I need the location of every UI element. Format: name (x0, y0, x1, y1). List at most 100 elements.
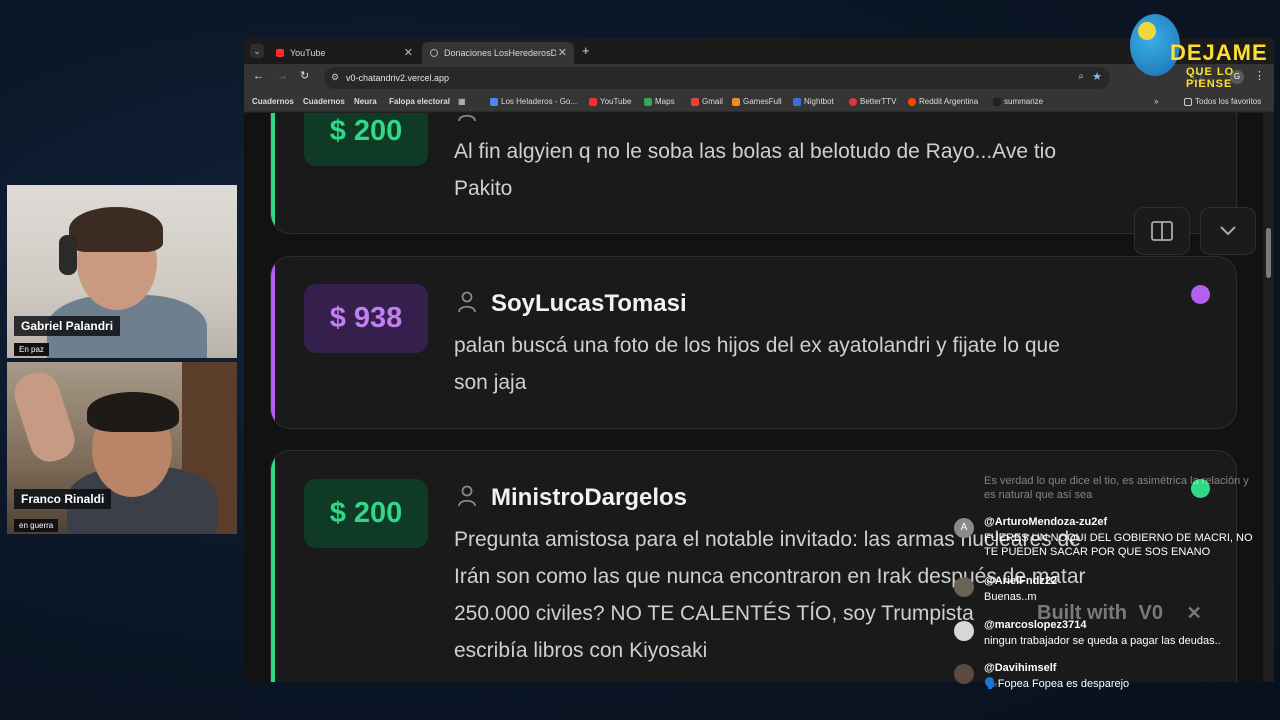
logo-text: DEJAME (1170, 40, 1268, 65)
chat-username: @ArielFndz22 (984, 575, 1058, 587)
tab-search-button[interactable]: ⌄ (250, 44, 264, 58)
address-bar[interactable]: ⚙ v0-chatandriv2.vercel.app ⌕ ★ (324, 67, 1110, 89)
bookmark-label: Cuadernos (303, 97, 345, 106)
close-icon[interactable]: ✕ (1187, 603, 1202, 623)
url-text: v0-chatandriv2.vercel.app (346, 73, 450, 83)
message-line: Al fin algyien q no le soba las bolas al… (454, 140, 1057, 163)
donation-card: $ 938 SoyLucasTomasi palan buscá una fot… (270, 256, 1237, 429)
bookmark-folder[interactable]: Todos los favoritos (1184, 97, 1261, 106)
bookmark-label: Gmail (702, 97, 723, 106)
reload-icon[interactable]: ↻ (300, 69, 309, 82)
forward-icon[interactable]: → (277, 70, 288, 82)
reddit-icon (908, 97, 916, 106)
user-icon (457, 485, 477, 512)
bookmark-label: GamesFull (743, 97, 782, 106)
avatar: A (954, 518, 974, 538)
avatar (954, 664, 974, 684)
chat-username: @ArturoMendoza-zu2ef (984, 516, 1108, 528)
bookmark-label: Maps (655, 97, 675, 106)
status-dot (1191, 285, 1210, 304)
tab-donaciones[interactable]: Donaciones LosHerederosDeAl ✕ (422, 42, 574, 64)
donation-card: $ 200 Al fin algyien q no le soba las bo… (270, 113, 1237, 234)
nightbot-icon (793, 97, 801, 106)
donation-amount: $ 200 (304, 479, 428, 548)
bookmark-item[interactable]: Falopa electoral (389, 97, 450, 106)
show-logo: DEJAME QUE LO PIENSE (1130, 14, 1270, 90)
close-icon[interactable]: ✕ (558, 46, 567, 59)
sidebar-layout-icon (1151, 221, 1173, 241)
folder-icon (1184, 97, 1192, 106)
donor-username: MinistroDargelos (491, 484, 688, 511)
hair (69, 207, 163, 252)
hand (9, 367, 80, 467)
globe-icon (430, 49, 438, 57)
back-icon[interactable]: ← (253, 70, 264, 82)
avatar (954, 621, 974, 641)
bookmark-label: Reddit Argentina (919, 97, 979, 106)
zoom-icon[interactable]: ⌕ (1078, 71, 1084, 82)
bookmark-label: Falopa electoral (389, 97, 450, 106)
bookmark-item[interactable]: Nightbot (793, 97, 834, 106)
bookmark-item[interactable]: YouTube (589, 97, 631, 106)
bookmark-label: YouTube (600, 97, 632, 106)
apps-grid-icon[interactable]: ▦ (458, 97, 466, 106)
chat-text: ningun trabajador se queda a pagar las d… (984, 635, 1221, 647)
bookmark-label: Nightbot (804, 97, 834, 106)
webcam-gabriel: Gabriel Palandri En paz (7, 185, 237, 358)
bookmark-label: Todos los favoritos (1195, 97, 1262, 106)
chevron-down-icon (1220, 226, 1236, 236)
bookmark-item[interactable]: Neura (354, 97, 377, 106)
bookmark-item[interactable]: BetterTTV (849, 97, 896, 106)
collapse-button[interactable] (1200, 207, 1256, 255)
tab-youtube[interactable]: YouTube ✕ (268, 42, 420, 64)
youtube-icon (589, 97, 597, 106)
bookmark-item[interactable]: GamesFull (732, 97, 782, 106)
browser-window: ⌄ YouTube ✕ Donaciones LosHerederosDeAl … (244, 38, 1274, 682)
new-tab-button[interactable]: + (582, 43, 590, 58)
message-line: Pakito (454, 177, 513, 200)
summarize-icon (993, 97, 1001, 106)
message-line: son jaja (454, 371, 527, 394)
scrollbar-thumb[interactable] (1266, 228, 1271, 278)
user-icon (457, 113, 477, 127)
headphones-icon (59, 235, 77, 275)
donation-amount: $ 200 (304, 113, 428, 166)
chat-text: Buenas..m (984, 591, 1037, 603)
bookmark-item[interactable]: Gmail (691, 97, 723, 106)
card-accent-stripe (271, 113, 275, 233)
donation-message: Al fin algyien q no le soba las bolas al… (454, 133, 1154, 207)
v0-logo-icon: V0 (1138, 602, 1164, 624)
more-bookmarks-icon[interactable]: » (1154, 97, 1158, 106)
bookmark-item[interactable]: Cuadernos (303, 97, 345, 106)
bookmark-star-icon[interactable]: ★ (1092, 70, 1102, 83)
card-accent-stripe (271, 257, 275, 428)
gamesfull-icon (732, 97, 740, 106)
bookmark-label: Los Heladeros - Go... (501, 97, 578, 106)
bookmark-label: summarize (1004, 97, 1044, 106)
site-settings-icon[interactable]: ⚙ (331, 72, 339, 83)
bookmark-item[interactable]: Los Heladeros - Go... (490, 97, 577, 106)
tab-label: Donaciones LosHerederosDeAl (444, 48, 556, 58)
gmail-icon (691, 97, 699, 106)
card-accent-stripe (271, 451, 275, 682)
logo-text: QUE LO PIENSE (1186, 66, 1235, 90)
bookmark-item[interactable]: summarize (993, 97, 1043, 106)
browser-toolbar: ← → ↻ ⚙ v0-chatandriv2.vercel.app ⌕ ★ ⬚ … (244, 64, 1274, 92)
chat-username: @marcoslopez3714 (984, 619, 1087, 631)
bookmark-label: BetterTTV (860, 97, 897, 106)
webcam-name: Gabriel Palandri (14, 316, 121, 336)
webcam-franco: Franco Rinaldi en guerra (7, 362, 237, 534)
chat-text: FUERES UN NOQUI DEL GOBIERNO DE MACRI, N… (984, 532, 1253, 558)
close-icon[interactable]: ✕ (404, 46, 413, 59)
bookmark-item[interactable]: Cuadernos (252, 97, 294, 106)
bookmarks-bar: Cuadernos Cuadernos Neura Falopa elector… (244, 92, 1274, 112)
bookmark-item[interactable]: Maps (644, 97, 675, 106)
layout-toggle-button[interactable] (1134, 207, 1190, 255)
chat-text: Es verdad lo que dice el tio, es asimétr… (984, 475, 1249, 501)
webcam-name: Franco Rinaldi (14, 489, 112, 509)
chat-username: @Davihimself (984, 662, 1057, 674)
bookmark-item[interactable]: Reddit Argentina (908, 97, 978, 106)
scrollbar[interactable] (1263, 113, 1274, 682)
donor-username: SoyLucasTomasi (491, 290, 687, 317)
chat-text: 🗣️Fopea Fopea es desparejo (984, 678, 1130, 690)
